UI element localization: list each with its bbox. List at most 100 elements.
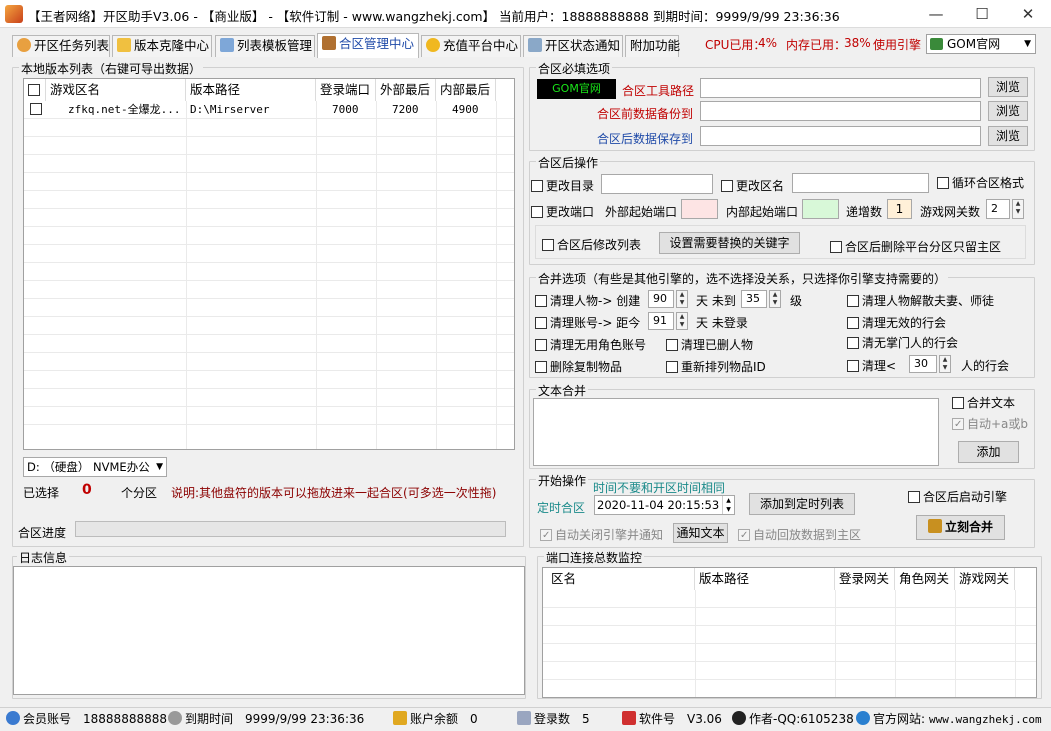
- tab-extras[interactable]: 附加功能: [625, 35, 680, 57]
- loop-format-checkbox[interactable]: 循环合区格式: [937, 174, 1024, 191]
- port-monitor-table[interactable]: 区名 版本路径 登录网关 角色网关 游戏网关: [542, 567, 1037, 698]
- change-name-input[interactable]: [792, 173, 929, 193]
- browse-backup-path-button[interactable]: 浏览: [988, 101, 1028, 121]
- clear-characters-checkbox[interactable]: 清理人物-> 创建: [535, 292, 640, 309]
- add-text-button[interactable]: 添加: [958, 441, 1019, 463]
- clear-small-guild-input[interactable]: 30: [909, 355, 937, 373]
- merge-now-button[interactable]: 立刻合并: [916, 515, 1005, 540]
- auto-rollback-checkbox[interactable]: 自动回放数据到主区: [738, 526, 861, 543]
- column-header-login-port[interactable]: 登录端口: [316, 79, 376, 101]
- clear-small-guild-stepper[interactable]: ▲ ▼: [939, 355, 951, 373]
- change-port-checkbox[interactable]: 更改端口: [531, 203, 594, 220]
- tab-open-tasks[interactable]: 开区任务列表: [12, 35, 110, 57]
- tab-merge-center[interactable]: 合区管理中心: [317, 33, 419, 58]
- modify-list-checkbox[interactable]: 合区后修改列表: [542, 236, 641, 253]
- time-hint: 时间不要和开区时间相同: [593, 481, 726, 495]
- auto-close-engine-checkbox[interactable]: 自动关闭引擎并通知: [540, 526, 663, 543]
- tab-recharge-platform[interactable]: 充值平台中心: [421, 35, 521, 57]
- save-path-label: 合区后数据保存到: [597, 132, 694, 146]
- clear-characters-level-unit: 级: [790, 294, 803, 308]
- drive-select[interactable]: D: （硬盘） NVME办公 ▼: [23, 457, 167, 477]
- delete-duplicate-items-checkbox[interactable]: 删除复制物品: [535, 358, 622, 375]
- dissolve-relations-checkbox[interactable]: 清理人物解散夫妻、师徒: [847, 292, 994, 309]
- gateway-count-input[interactable]: 2: [986, 199, 1010, 219]
- reorder-item-ids-checkbox[interactable]: 重新排列物品ID: [666, 358, 766, 375]
- set-keywords-button[interactable]: 设置需要替换的关键字: [659, 232, 800, 254]
- tab-version-clone[interactable]: 版本克隆中心: [112, 35, 212, 57]
- merge-text-checkbox[interactable]: 合并文本: [952, 394, 1015, 411]
- backup-path-input[interactable]: [700, 101, 981, 121]
- clear-unused-characters-checkbox[interactable]: 清理无用角色账号: [535, 336, 646, 353]
- column-header-game-gateway[interactable]: 游戏网关: [955, 568, 1015, 590]
- status-website[interactable]: 官方网站: www.wangzhekj.com: [856, 710, 1042, 728]
- row-checkbox[interactable]: [30, 103, 42, 115]
- clear-characters-level-stepper[interactable]: ▲ ▼: [769, 290, 781, 308]
- row-login-port: 7000: [332, 103, 359, 116]
- internal-start-port-input[interactable]: [802, 199, 839, 219]
- clear-characters-level-input[interactable]: 35: [741, 290, 767, 308]
- table-row-empty: [543, 662, 1036, 680]
- column-header-role-gateway[interactable]: 角色网关: [895, 568, 955, 590]
- browse-tool-path-button[interactable]: 浏览: [988, 77, 1028, 97]
- select-all-header[interactable]: [24, 79, 46, 101]
- column-header-version-path[interactable]: 版本路径: [695, 568, 835, 590]
- browse-save-path-button[interactable]: 浏览: [988, 126, 1028, 146]
- status-author[interactable]: 作者-QQ:6105238: [732, 710, 854, 728]
- merge-options-title: 合并选项（有些是其他引擎的，选不选择没关系，只选择你引擎支持需要的）: [536, 270, 949, 287]
- column-header-zone[interactable]: 区名: [543, 568, 695, 590]
- clear-characters-days-input[interactable]: 90: [648, 290, 674, 308]
- backup-path-label: 合区前数据备份到: [597, 107, 694, 121]
- clear-small-guild-checkbox[interactable]: 清理<: [847, 357, 896, 374]
- clear-characters-days-stepper[interactable]: ▲ ▼: [676, 290, 688, 308]
- close-button[interactable]: ✕: [1005, 0, 1051, 28]
- table-row[interactable]: zfkq.net-全爆龙... D:\Mirserver 7000 7200 4…: [24, 101, 514, 119]
- column-header-internal-last[interactable]: 内部最后: [436, 79, 496, 101]
- auto-ab-checkbox[interactable]: 自动+a或b: [952, 415, 1028, 432]
- tool-path-input[interactable]: [700, 78, 981, 98]
- tab-list-templates[interactable]: 列表模板管理: [215, 35, 315, 57]
- clear-accounts-days-input[interactable]: 91: [648, 312, 674, 330]
- log-area[interactable]: [13, 566, 525, 695]
- save-path-input[interactable]: [700, 126, 981, 146]
- timed-merge-label: 定时合区: [537, 501, 586, 515]
- clear-invalid-guild-checkbox[interactable]: 清理无效的行会: [847, 314, 946, 331]
- engine-badge: GOM官网: [537, 79, 616, 99]
- folder-icon: [117, 38, 131, 52]
- engine-label: 使用引擎: [873, 38, 922, 52]
- status-logins: 登录数 5: [517, 710, 590, 728]
- maximize-button[interactable]: ☐: [959, 0, 1005, 28]
- change-name-checkbox[interactable]: 更改区名: [721, 177, 784, 194]
- external-start-port-input[interactable]: [681, 199, 718, 219]
- column-header-external-last[interactable]: 外部最后: [376, 79, 436, 101]
- clear-accounts-checkbox[interactable]: 清理账号-> 距今: [535, 314, 640, 331]
- change-dir-input[interactable]: [601, 174, 713, 194]
- clear-leaderless-guild-checkbox[interactable]: 清无掌门人的行会: [847, 334, 958, 351]
- table-row-empty: [24, 119, 514, 137]
- tab-open-status[interactable]: 开区状态通知: [523, 35, 623, 57]
- column-header-zone-name[interactable]: 游戏区名: [46, 79, 186, 101]
- timed-merge-datetime[interactable]: 2020-11-04 20:15:53 ▲ ▼: [594, 495, 735, 515]
- gateway-count-label: 游戏网关数: [920, 205, 981, 219]
- delete-platform-checkbox[interactable]: 合区后删除平台分区只留主区: [830, 238, 1001, 255]
- gateway-count-stepper[interactable]: ▲ ▼: [1012, 199, 1024, 219]
- change-dir-checkbox[interactable]: 更改目录: [531, 177, 594, 194]
- increment-input[interactable]: 1: [887, 199, 912, 219]
- add-timed-button[interactable]: 添加到定时列表: [749, 493, 855, 515]
- select-all-checkbox[interactable]: [28, 84, 40, 96]
- column-header-path[interactable]: 版本路径: [186, 79, 316, 101]
- clear-deleted-characters-checkbox[interactable]: 清理已删人物: [666, 336, 753, 353]
- text-merge-area[interactable]: [533, 398, 939, 466]
- column-header-login-gateway[interactable]: 登录网关: [835, 568, 895, 590]
- internal-start-port-label: 内部起始端口: [726, 205, 799, 219]
- column-divider: [436, 101, 437, 449]
- clear-accounts-days-stepper[interactable]: ▲ ▼: [676, 312, 688, 330]
- local-list-title: 本地版本列表（右键可导出数据）: [19, 60, 204, 77]
- notify-text-button[interactable]: 通知文本: [673, 523, 728, 543]
- start-engine-checkbox[interactable]: 合区后启动引擎: [908, 488, 1007, 505]
- local-version-table[interactable]: 游戏区名 版本路径 登录端口 外部最后 内部最后 zfkq.net-全爆龙...…: [23, 78, 515, 450]
- engine-select[interactable]: GOM官网 ▼: [926, 34, 1036, 54]
- minimize-button[interactable]: —: [913, 0, 959, 28]
- datetime-stepper[interactable]: ▲ ▼: [722, 496, 734, 514]
- table-row-empty: [24, 227, 514, 245]
- selected-label: 已选择: [23, 486, 60, 500]
